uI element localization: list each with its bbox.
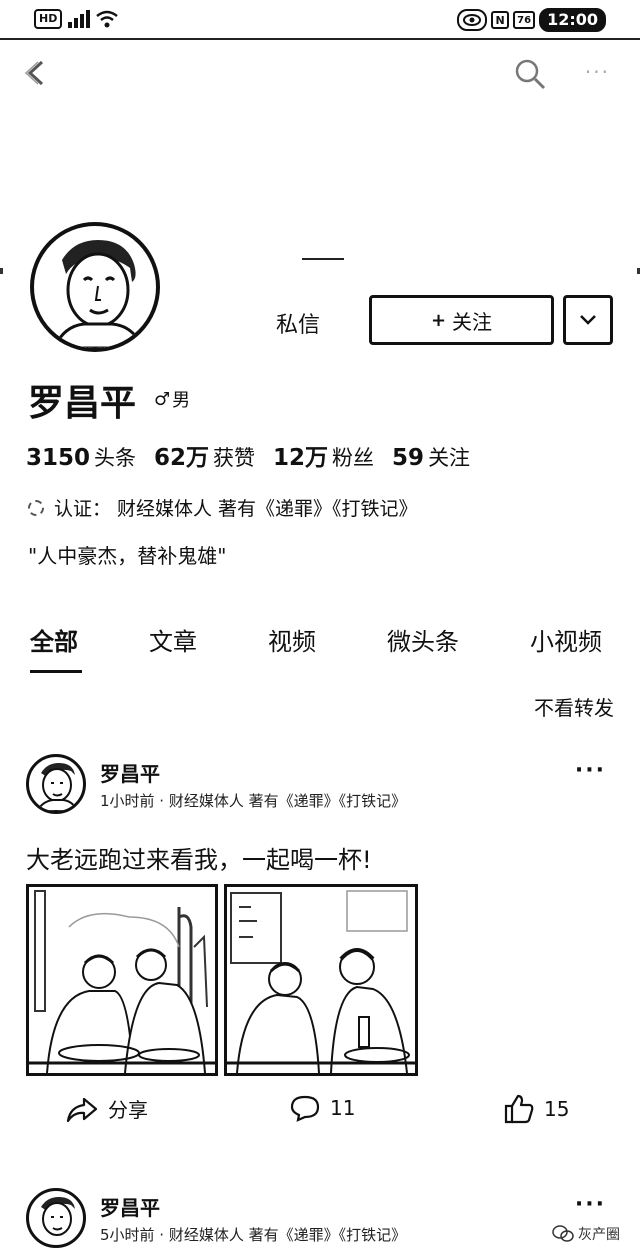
stat-label: 粉丝 [332,446,375,470]
post-author[interactable]: 罗昌平 [100,758,160,787]
avatar-image [41,1197,75,1236]
hide-reposts-toggle[interactable]: 不看转发 [534,692,614,721]
comment-count: 11 [330,1096,356,1120]
gender-tag: ♂ 男 [154,386,190,412]
thumbs-up-icon [504,1094,534,1124]
chevron-down-icon [580,315,596,325]
more-icon[interactable]: ··· [585,60,610,84]
avatar-image [52,240,144,348]
post-image[interactable] [224,884,418,1076]
post-actions: 分享 11 15 [0,1094,640,1134]
comment-icon [290,1095,320,1122]
like-count: 15 [544,1097,570,1121]
verify-text: 财经媒体人 著有《递罪》《打铁记》 [117,498,418,520]
stat-following[interactable]: 59 关注 [392,442,470,472]
stat-number: 12万 [273,445,329,471]
stat-label: 获赞 [213,446,256,470]
status-time: 12:00 [539,8,606,32]
profile-bio: "人中豪杰，替补鬼雄" [28,544,227,568]
battery-icon: 76 [513,11,536,29]
back-icon[interactable] [20,56,54,90]
stat-number: 3150 [26,445,91,471]
search-icon[interactable] [512,56,548,92]
edge-mark [0,268,3,274]
status-bar: HD N 76 12:00 [0,0,640,40]
wechat-icon [552,1225,574,1242]
follow-button[interactable]: + 关注 [369,295,554,345]
plus-icon: + [430,309,447,331]
post-image[interactable] [26,884,218,1076]
share-icon [66,1097,98,1122]
like-button[interactable]: 15 [504,1094,569,1124]
stat-number: 59 [392,445,425,471]
photo-image [29,890,215,1073]
stat-label: 头条 [94,446,137,470]
stat-label: 关注 [428,446,471,470]
more-icon[interactable]: ··· [575,758,606,783]
post-avatar[interactable] [26,1188,86,1248]
post-avatar[interactable] [26,754,86,814]
verify-prefix: 认证： [54,498,112,520]
status-left: HD [34,9,119,29]
male-icon: ♂ [154,388,171,410]
active-tab-indicator [30,670,82,673]
comment-button[interactable]: 11 [290,1094,355,1122]
tab-all[interactable]: 全部 [30,622,78,657]
photo-image [227,890,415,1073]
content-tabs: 全部 文章 视频 微头条 小视频 [0,620,640,676]
nfc-icon: N [491,11,510,29]
verified-icon [28,499,44,516]
post-meta: 5小时前 · 财经媒体人 著有《递罪》《打铁记》 [100,1226,407,1244]
stat-number: 62万 [154,445,210,471]
more-icon[interactable]: ··· [575,1192,606,1217]
status-right: N 76 12:00 [457,8,606,32]
profile-name: 罗昌平 [28,383,137,424]
signal-icon [68,10,91,28]
wifi-icon [96,10,119,28]
avatar-image [35,763,79,811]
eye-icon [457,9,488,31]
profile-stats: 3150 头条 62万 获赞 12万 粉丝 59 关注 [26,438,470,472]
stat-followers[interactable]: 12万 粉丝 [273,438,374,472]
header-divider [302,258,344,260]
share-label: 分享 [108,1098,148,1122]
stat-posts[interactable]: 3150 头条 [26,442,136,472]
share-button[interactable]: 分享 [66,1094,148,1123]
stat-likes[interactable]: 62万 获赞 [154,438,255,472]
tab-videos[interactable]: 视频 [268,622,316,657]
post-text[interactable]: 大老远跑过来看我，一起喝一杯! [26,840,372,875]
top-nav: ··· [0,50,640,100]
tab-micro-posts[interactable]: 微头条 [387,622,459,657]
verification-info: 认证： 财经媒体人 著有《递罪》《打铁记》 [28,494,418,521]
watermark: 灰产圈 [552,1224,620,1244]
recommend-dropdown-button[interactable] [563,295,613,345]
tab-articles[interactable]: 文章 [149,622,197,657]
message-button[interactable]: 私信 [276,307,320,339]
post-meta: 1小时前 · 财经媒体人 著有《递罪》《打铁记》 [100,792,407,810]
gender-label: 男 [172,390,191,411]
tab-short-videos[interactable]: 小视频 [530,622,602,657]
watermark-text: 灰产圈 [578,1227,620,1243]
avatar[interactable] [30,222,160,352]
hd-icon: HD [34,9,63,29]
follow-label: 关注 [452,309,493,334]
post-author[interactable]: 罗昌平 [100,1192,160,1221]
